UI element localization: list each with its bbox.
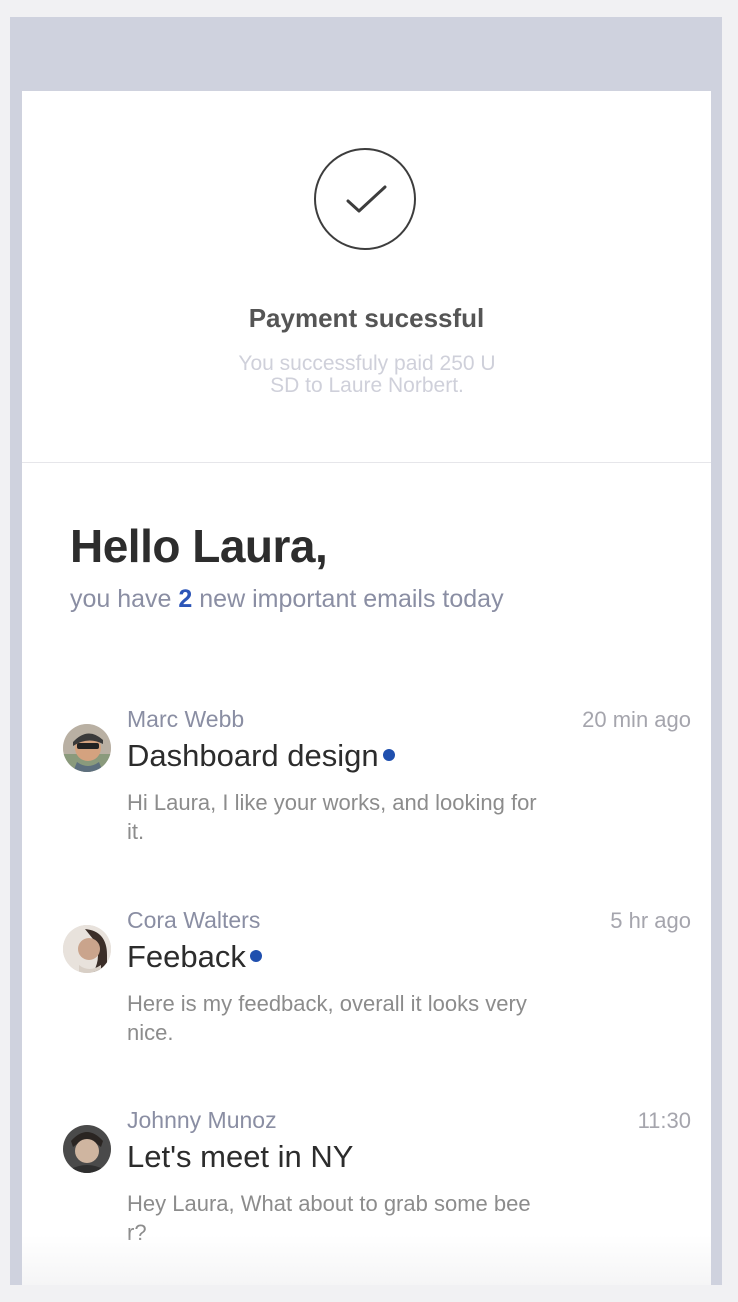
payment-title: Payment sucessful [248,303,485,333]
new-email-count: 2 [178,585,193,613]
email-preview: Here is my feedback, overall it looks ve… [127,991,527,1045]
payment-message: You successfuly paid 250 USD to Laure No… [238,352,496,397]
bottom-fade [22,1235,711,1285]
email-time: 11:30 [637,1108,691,1133]
email-subject-text: Let's meet in NY [127,1139,354,1174]
email-subject: Feeback [127,939,262,975]
email-sender: Marc Webb [127,706,245,732]
greeting-prefix: you have [70,585,179,613]
section-divider [22,462,711,463]
email-time: 5 hr ago [610,908,691,933]
email-item-cora-walters[interactable]: Cora Walters 5 hr ago Feeback Here is my… [22,905,711,1055]
success-check-icon [314,148,416,250]
email-subject: Let's meet in NY [127,1139,353,1175]
greeting-subtitle: you have 2 new important emails today [70,585,504,614]
email-subject-text: Dashboard design [127,738,379,773]
avatar [63,925,111,973]
email-subject: Dashboard design [127,738,395,774]
email-preview: Hi Laura, I like your works, and looking… [127,790,537,844]
avatar [63,724,111,772]
unread-dot-icon [382,748,395,761]
email-item-johnny-munoz[interactable]: Johnny Munoz 11:30 Let's meet in NY Hey … [22,1105,711,1255]
greeting-title: Hello Laura, [70,520,328,572]
avatar [63,1125,111,1173]
greeting-suffix: new important emails today [192,585,504,613]
email-subject-text: Feeback [127,939,246,974]
main-card: Payment sucessful You successfuly paid 2… [22,91,711,1285]
email-time: 20 min ago [582,707,691,732]
email-sender: Johnny Munoz [127,1107,277,1133]
email-sender: Cora Walters [127,907,261,933]
unread-dot-icon [249,949,262,962]
email-item-marc-webb[interactable]: Marc Webb 20 min ago Dashboard design Hi… [22,704,711,854]
